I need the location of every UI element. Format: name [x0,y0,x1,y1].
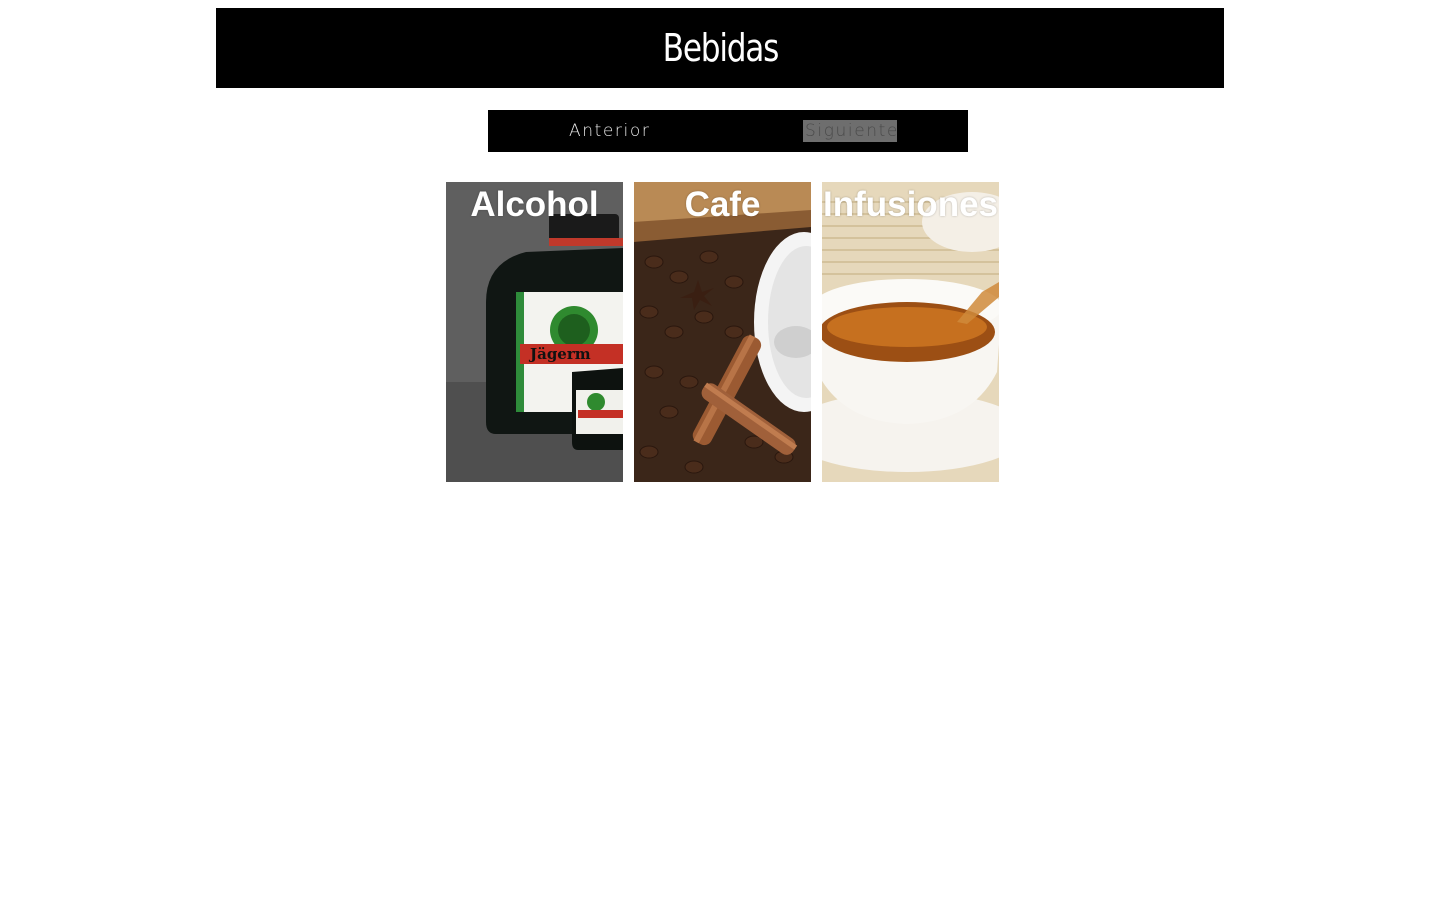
pagination-nav: Anterior Siguiente [488,110,968,152]
category-cards: Jägerm Alcohol Cafe Infusiones [446,182,999,482]
tea-cup-image [822,182,999,482]
card-alcohol[interactable]: Jägerm Alcohol [446,182,623,482]
card-title-cafe: Cafe [684,185,761,224]
card-title-alcohol: Alcohol [470,185,599,224]
card-title-infusiones: Infusiones [822,185,999,224]
next-link[interactable]: Siguiente [803,120,897,142]
liquor-bottle-image: Jägerm [446,182,623,482]
svg-text:Jägerm: Jägerm [528,345,591,363]
coffee-beans-image [634,182,811,482]
card-cafe[interactable]: Cafe [634,182,811,482]
previous-link[interactable]: Anterior [569,120,650,142]
page-header: Bebidas [216,8,1224,88]
card-infusiones[interactable]: Infusiones [822,182,999,482]
page-title: Bebidas [662,26,779,70]
